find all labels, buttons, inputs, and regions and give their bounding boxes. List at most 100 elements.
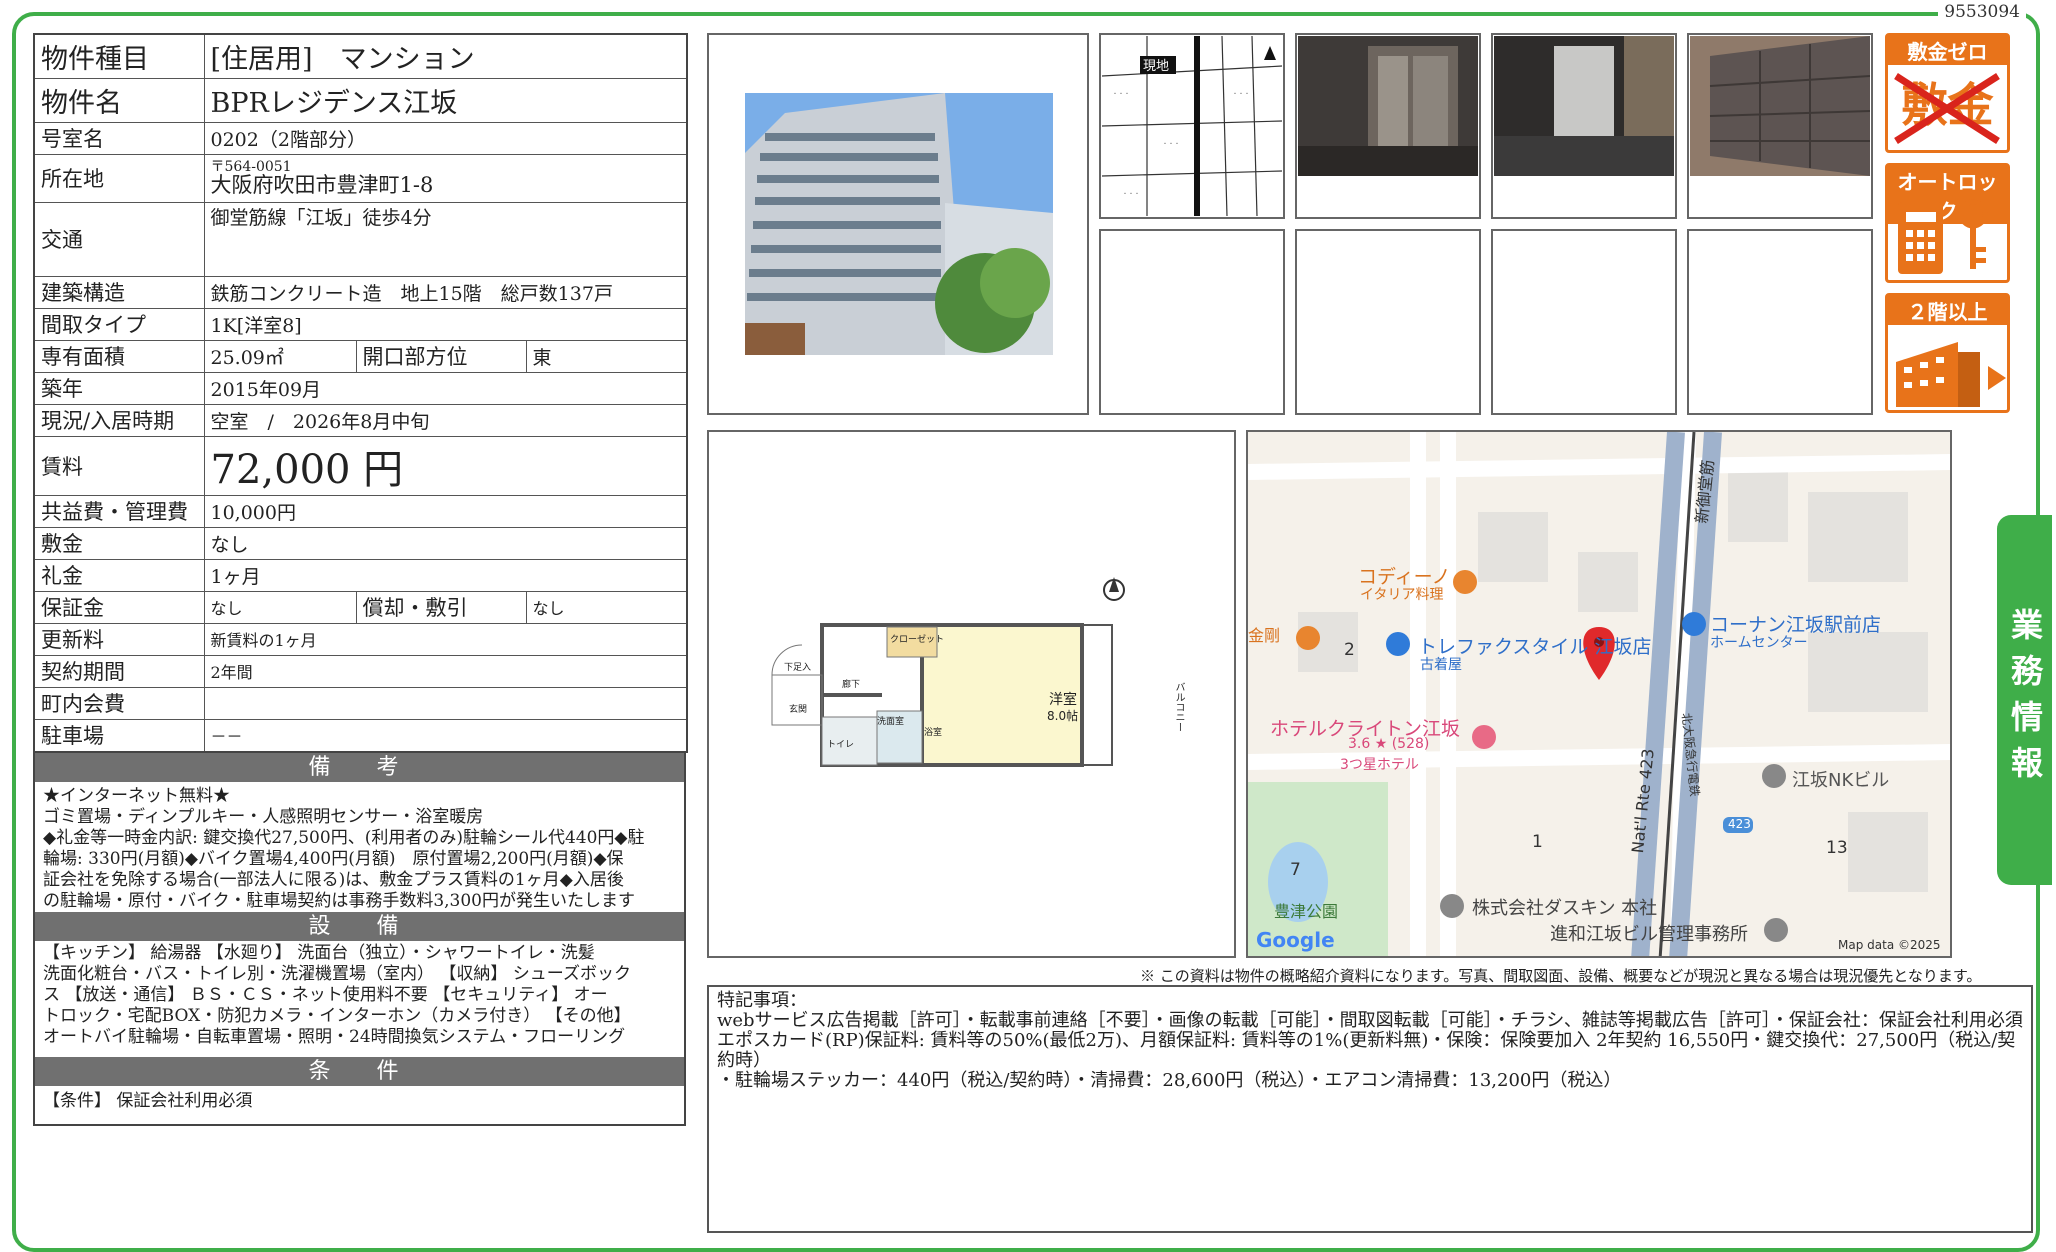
badge-title: 敷金ゼロ — [1888, 36, 2007, 65]
remarks-line: ゴミ置場・ディンプルキー・人感照明センサー・浴室暖房 — [43, 806, 484, 827]
facilities-line: オートバイ駐輪場・自転車置場・照明・24時間換気システム・フローリング — [43, 1026, 626, 1047]
photo-entrance-frame — [1295, 33, 1481, 219]
property-info: 物件種目 [住居用] マンション 物件名 BPRレジデンス江坂 号室名 0202（2階… — [33, 33, 689, 1126]
label-key-money: 礼金 — [33, 558, 205, 592]
remarks-line: 証会社を免除する場合(一部法人に限る)は、敷金プラス賃料の1ヶ月◆入居後 — [43, 869, 624, 890]
remarks-line: ★インターネット無料★ — [43, 785, 230, 806]
label-renewal: 更新料 — [33, 622, 205, 656]
balcony-label: バルコニー — [1173, 682, 1184, 732]
photo-slot-empty — [1099, 229, 1285, 415]
map-poi-sub: ホームセンター — [1710, 635, 1808, 651]
label-built: 築年 — [33, 371, 205, 405]
map-poi-sub: 3.6 ★ (528) — [1348, 736, 1430, 752]
label-community: 町内会費 — [33, 686, 205, 720]
value-deposit: なし — [203, 526, 688, 560]
label-deposit: 敷金 — [33, 526, 205, 560]
label-contract: 契約期間 — [33, 654, 205, 688]
label-location: 所在地 — [33, 153, 205, 203]
washroom-label: 洗面室 — [877, 717, 905, 727]
value-area: 25.09㎡ — [203, 339, 357, 373]
value-direction: 東 — [525, 339, 688, 373]
map-block-number: 1 — [1532, 832, 1543, 852]
map-poi: 金剛 — [1248, 626, 1281, 645]
value-contract: 2年間 — [203, 654, 688, 688]
value-community — [203, 686, 688, 720]
value-fee: 10,000円 — [203, 494, 688, 528]
special-notes-line: エポスカード(RP)保証料: 賃料等の50%(最低2万)、月額保証料: 賃料等の… — [717, 1030, 2016, 1071]
autolock-icon — [1898, 199, 1988, 274]
photo-lobby-frame — [1491, 33, 1677, 219]
value-amortization: なし — [525, 590, 688, 624]
remarks-section: 備 考 ★インターネット無料★ ゴミ置場・ディンプルキー・人感照明センサー・浴室… — [33, 752, 686, 1126]
special-notes-title: 特記事項： — [717, 990, 807, 1011]
remarks-line: 輪場: 330円(月額)◆バイク置場4,400円(月額) 原付置場2,200円(… — [43, 848, 624, 869]
value-rent: 72,000 円 — [203, 435, 688, 496]
bath-label: 浴室 — [924, 728, 943, 738]
map-attribution: Map data ©2025 — [1838, 938, 1941, 952]
location-map-thumb: ・・・ ・・・ ・・・ ・・・ 現地 — [1099, 33, 1285, 219]
document-id: 9553094 — [1938, 2, 2026, 22]
map-poi: 株式会社ダスキン 本社 — [1472, 898, 1658, 919]
floorplan-drawing — [771, 577, 1125, 767]
remarks-heading: 備 考 — [35, 752, 684, 782]
facilities-line: 洗面化粧台・バス・トイレ別・洗濯機置場（室内） 【収納】 シューズボック — [43, 963, 631, 984]
toilet-label: トイレ — [827, 740, 855, 750]
area-map[interactable]: コディーノ イタリア料理 トレファクスタイル 江坂店 古着屋 コーナン江坂駅前店… — [1246, 430, 1952, 958]
label-structure: 建築構造 — [33, 275, 205, 309]
label-layout: 間取タイプ — [33, 307, 205, 341]
address: 大阪府吹田市豊津町1-8 — [210, 173, 434, 197]
label-fee: 共益費・管理費 — [33, 494, 205, 528]
property-table: 物件種目 [住居用] マンション 物件名 BPRレジデンス江坂 号室名 0202（2階… — [33, 33, 689, 753]
remarks-line: ◆礼金等一時金内訳: 鍵交換代27,500円、(利用者のみ)駐輪シール代440円… — [43, 827, 645, 848]
map-current-label: 現地 — [1143, 59, 1170, 74]
photo-mailbox-frame — [1687, 33, 1873, 219]
floorplan-frame: 洋室 8.0帖 クローゼット バルコニー 廊下 玄関 下足入 洗面室 浴室 トイ… — [707, 430, 1236, 958]
facilities-line: トロック・宅配BOX・防犯カメラ・インターホン（カメラ付き） 【その他】 — [43, 1005, 631, 1026]
value-guarantee: なし — [203, 590, 357, 624]
special-notes-line: webサービス広告掲載［許可］・転載事前連絡［不要］・画像の転載［可能］・間取図… — [717, 1010, 2023, 1031]
entrance-label: 玄関 — [789, 705, 808, 715]
map-drawing — [1248, 432, 1950, 956]
room-label: 洋室 — [1049, 692, 1077, 708]
map-poi-sub: 3つ星ホテル — [1340, 757, 1419, 773]
label-type: 物件種目 — [33, 33, 205, 79]
map-block-number: 2 — [1344, 640, 1355, 660]
label-room: 号室名 — [33, 121, 205, 155]
map-block-number: 13 — [1826, 838, 1848, 858]
photo-slot-empty — [1687, 229, 1873, 415]
zip-code: 〒564-0051 — [210, 159, 292, 175]
value-parking: －－ — [203, 718, 688, 752]
map-poi-sub: イタリア料理 — [1360, 587, 1444, 603]
map-thumb-drawing: ・・・・・・・・・・・・ — [1102, 36, 1282, 216]
photo-slot-empty — [1295, 229, 1481, 415]
building-photo — [745, 93, 1053, 355]
label-area: 専有面積 — [33, 339, 205, 373]
value-name: BPRレジデンス江坂 — [203, 77, 688, 123]
closet-label: クローゼット — [890, 635, 945, 645]
label-guarantee: 保証金 — [33, 590, 205, 624]
google-logo: Google — [1256, 928, 1335, 952]
business-info-tab[interactable]: 業務情報 — [1997, 515, 2052, 885]
facilities-body: 【キッチン】 給湯器 【水廻り】 洗面台（独立）・シャワートイレ・洗髪 洗面化粧… — [35, 941, 684, 1057]
value-type: [住居用] マンション — [203, 33, 688, 79]
facilities-heading: 設 備 — [35, 911, 684, 941]
map-block-number: 7 — [1290, 860, 1301, 880]
value-built: 2015年09月 — [203, 371, 688, 405]
room-size: 8.0帖 — [1047, 709, 1079, 723]
map-poi: 進和江坂ビル管理事務所 — [1550, 924, 1748, 945]
svg-text:・・・: ・・・ — [1162, 141, 1180, 148]
value-location: 〒564-0051 大阪府吹田市豊津町1-8 — [203, 153, 688, 203]
value-transport: 御堂筋線「江坂」徒歩4分 — [203, 201, 688, 277]
building-floor-icon — [1896, 342, 2006, 407]
value-layout: 1K[洋室8] — [203, 307, 688, 341]
map-poi: 江坂NKビル — [1792, 770, 1890, 791]
remarks-body: ★インターネット無料★ ゴミ置場・ディンプルキー・人感照明センサー・浴室暖房 ◆… — [35, 782, 684, 912]
value-status: 空室 / 2026年8月中旬 — [203, 403, 688, 437]
value-key-money: 1ヶ月 — [203, 558, 688, 592]
facilities-line: ス 【放送・通信】 ＢＳ・ＣＳ・ネット使用料不要 【セキュリティ】 オー — [43, 984, 608, 1005]
label-direction: 開口部方位 — [355, 339, 527, 373]
photo-mailbox — [1690, 36, 1870, 176]
map-park: 豊津公園 — [1274, 902, 1339, 921]
hall-label: 廊下 — [842, 680, 861, 690]
label-amortization: 償却・敷引 — [355, 590, 527, 624]
